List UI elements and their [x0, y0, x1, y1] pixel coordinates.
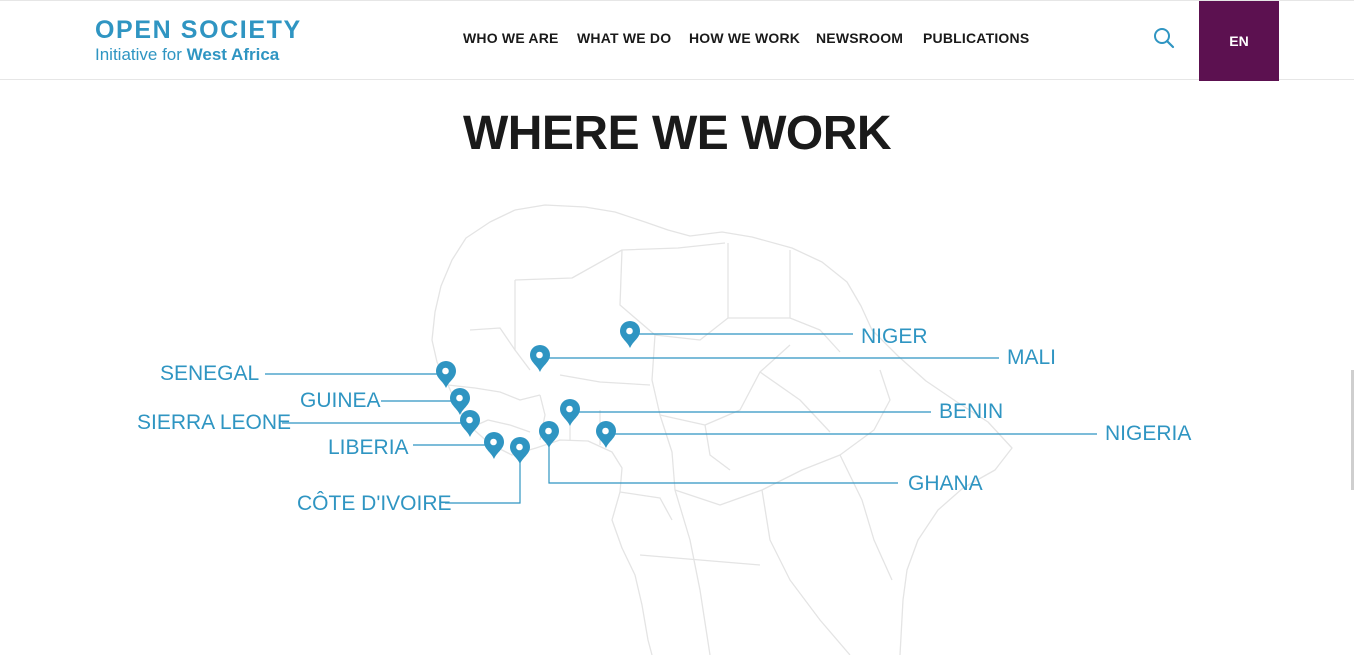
country-label-sierra-leone[interactable]: SIERRA LEONE	[137, 411, 291, 435]
country-label-cote-divoire[interactable]: CÔTE D'IVOIRE	[297, 492, 452, 516]
pin-nigeria[interactable]	[596, 421, 616, 448]
africa-outline	[431, 204, 1013, 655]
country-label-mali[interactable]: MALI	[1007, 346, 1056, 370]
map-pins	[436, 321, 640, 464]
pin-cote-divoire[interactable]	[510, 437, 530, 464]
africa-map	[265, 204, 1097, 655]
pin-mali[interactable]	[530, 345, 550, 372]
country-label-benin[interactable]: BENIN	[939, 400, 1003, 424]
pin-senegal[interactable]	[436, 361, 456, 388]
country-label-senegal[interactable]: SENEGAL	[160, 362, 259, 386]
country-label-guinea[interactable]: GUINEA	[300, 389, 381, 413]
pin-liberia[interactable]	[484, 432, 504, 459]
country-label-nigeria[interactable]: NIGERIA	[1105, 422, 1191, 446]
country-label-ghana[interactable]: GHANA	[908, 472, 983, 496]
country-label-liberia[interactable]: LIBERIA	[328, 436, 409, 460]
pin-ghana[interactable]	[539, 421, 559, 448]
pin-niger[interactable]	[620, 321, 640, 348]
country-label-niger[interactable]: NIGER	[861, 325, 928, 349]
pin-benin[interactable]	[560, 399, 580, 426]
